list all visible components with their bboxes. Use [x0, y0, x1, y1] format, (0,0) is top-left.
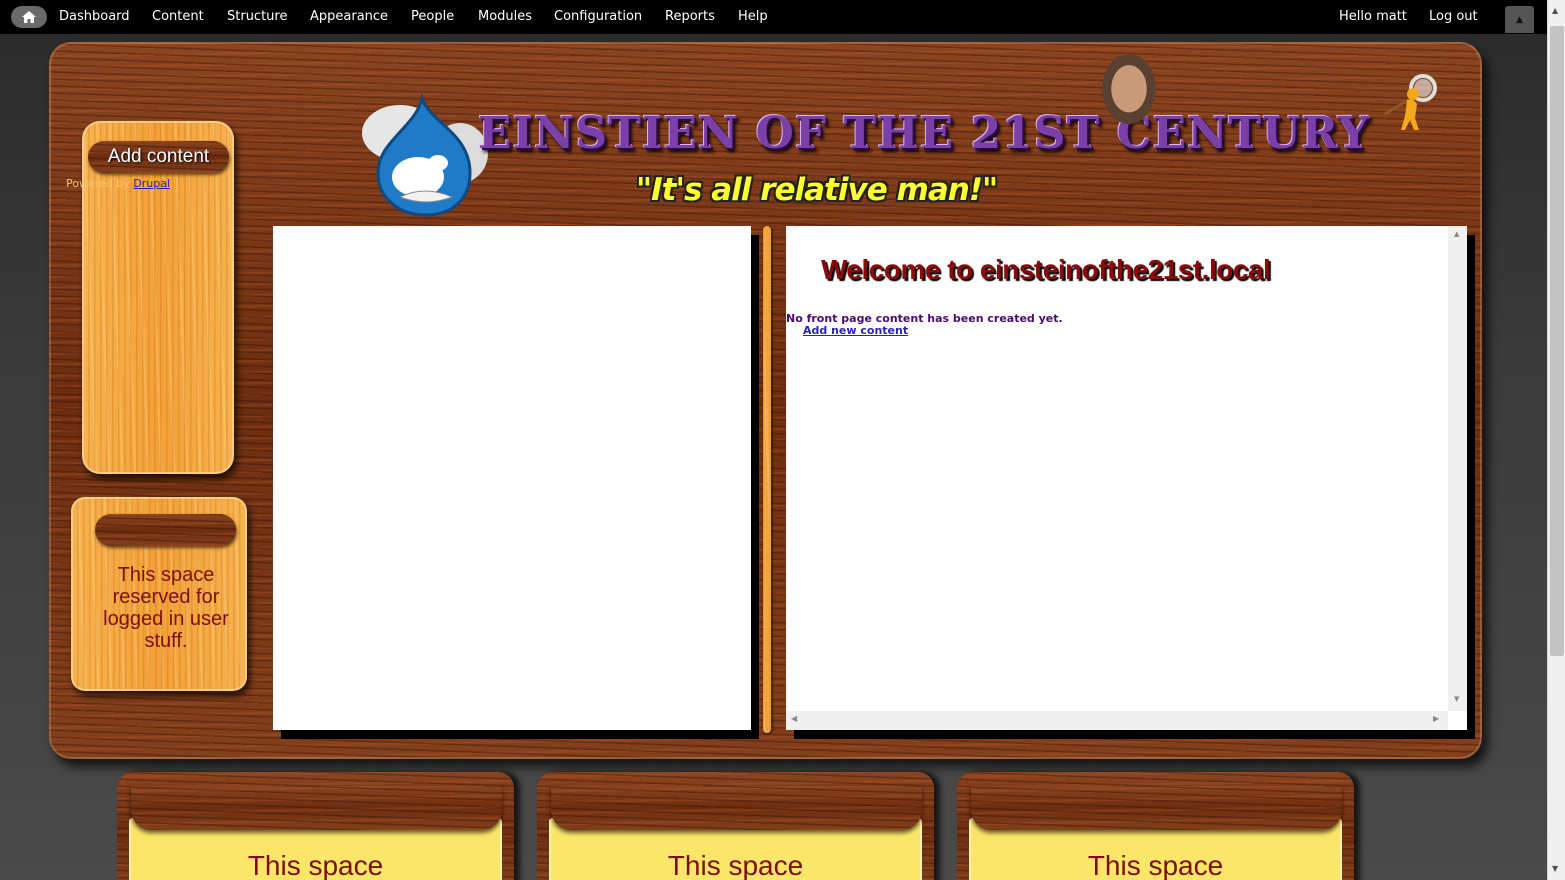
add-content-link[interactable]: Add content: [88, 141, 229, 173]
drupal-logo-icon[interactable]: [360, 93, 490, 218]
footer-column-3: This space: [957, 772, 1354, 880]
footer-column-text: This space: [247, 850, 384, 880]
toolbar-modules[interactable]: Modules: [478, 9, 532, 24]
footer-column-plaque: [551, 786, 922, 830]
frame-horizontal-scrollbar[interactable]: ◀ ▶: [786, 711, 1448, 730]
scroll-down-icon[interactable]: ▼: [1552, 864, 1558, 873]
scroll-up-icon[interactable]: ▲: [1454, 230, 1459, 238]
toolbar-structure[interactable]: Structure: [227, 9, 287, 24]
home-icon: [22, 11, 36, 23]
page-title: Welcome to einsteinofthe21st.local: [821, 254, 1271, 285]
page-vertical-scrollbar[interactable]: ▲ ▼: [1547, 0, 1565, 880]
user-block-plaque: [95, 514, 236, 546]
right-content-frame: Welcome to einsteinofthe21st.local No fr…: [786, 226, 1467, 730]
toolbar-drawer-toggle[interactable]: ▲: [1505, 6, 1534, 33]
footer-column-text: This space: [667, 850, 804, 880]
powered-by-text: Powered by Drupal: [66, 177, 170, 190]
frame-vertical-scrollbar[interactable]: ▲ ▼: [1448, 226, 1467, 711]
admin-toolbar: Dashboard Content Structure Appearance P…: [0, 0, 1547, 34]
author-portrait: [1098, 55, 1160, 130]
footer-column-1: This space: [117, 772, 514, 880]
site-slogan: "It's all relative man!": [636, 172, 998, 208]
toolbar-dashboard[interactable]: Dashboard: [59, 9, 130, 24]
triangle-up-icon: ▲: [1516, 14, 1523, 25]
scroll-left-icon[interactable]: ◀: [791, 714, 797, 723]
site-name-logo[interactable]: Einstien of the 21st Century: [478, 108, 1369, 168]
footer-column-2: This space: [537, 772, 934, 880]
logout-link[interactable]: Log out: [1429, 9, 1478, 24]
left-content-frame: [273, 226, 751, 730]
footer-column-plaque: [971, 786, 1342, 830]
scroll-down-icon[interactable]: ▼: [1454, 695, 1459, 703]
home-button[interactable]: [11, 6, 47, 28]
search-figure-icon: [1384, 74, 1437, 130]
toolbar-reports[interactable]: Reports: [665, 9, 715, 24]
footer-column-plaque: [131, 786, 502, 830]
powered-by-prefix: Powered by: [66, 177, 134, 190]
sidebar-navigation-panel: [82, 121, 234, 474]
add-new-content-link[interactable]: Add new content: [803, 324, 908, 337]
scroll-up-icon[interactable]: ▲: [1552, 6, 1558, 15]
scroll-right-icon[interactable]: ▶: [1433, 714, 1439, 723]
pane-divider[interactable]: [763, 226, 771, 733]
user-block-placeholder: This space reserved for logged in user s…: [103, 564, 229, 652]
toolbar-appearance[interactable]: Appearance: [310, 9, 388, 24]
toolbar-help[interactable]: Help: [738, 9, 768, 24]
scrollbar-thumb[interactable]: [1550, 26, 1564, 656]
user-greeting-link[interactable]: Hello matt: [1339, 9, 1407, 24]
toolbar-content[interactable]: Content: [152, 9, 204, 24]
toolbar-configuration[interactable]: Configuration: [554, 9, 642, 24]
drupal-link[interactable]: Drupal: [133, 177, 170, 190]
footer-column-text: This space: [1087, 850, 1224, 880]
toolbar-people[interactable]: People: [411, 9, 454, 24]
